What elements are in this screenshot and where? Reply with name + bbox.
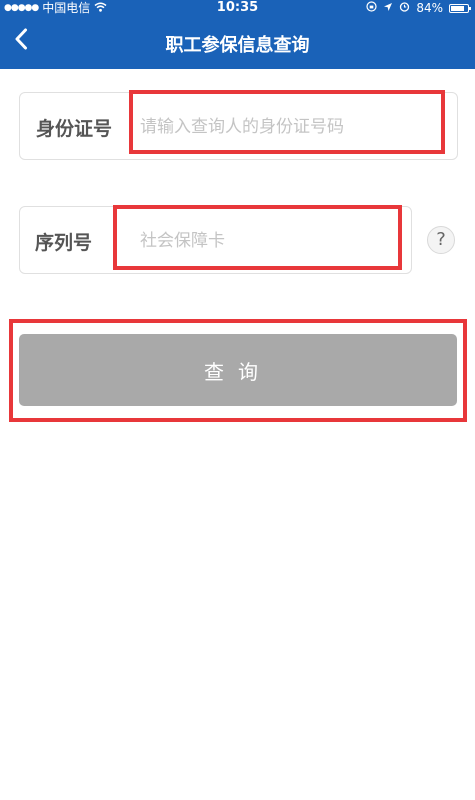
id-number-field: 身份证号: [19, 92, 458, 160]
status-right: 84%: [366, 0, 471, 16]
rotation-lock-icon: [366, 0, 377, 16]
battery-icon: [449, 3, 471, 13]
help-button[interactable]: ?: [427, 226, 455, 254]
alarm-icon: [399, 0, 410, 16]
query-button[interactable]: 查询: [19, 334, 457, 406]
status-bar: ●●●●● 中国电信 10:35 84%: [0, 0, 475, 16]
id-number-label: 身份证号: [36, 118, 113, 140]
serial-number-label: 序列号: [35, 232, 93, 254]
location-icon: [383, 0, 393, 16]
nav-bar: 职工参保信息查询: [0, 18, 475, 69]
query-button-label: 查询: [204, 359, 272, 384]
field-divider: [130, 105, 131, 149]
app-header: ●●●●● 中国电信 10:35 84% 职工参保信息查询: [0, 0, 475, 69]
battery-percent: 84%: [416, 1, 443, 15]
serial-number-field: 序列号: [19, 206, 412, 274]
page-title: 职工参保信息查询: [165, 35, 310, 56]
field-divider: [114, 219, 115, 263]
battery-fill: [451, 5, 465, 11]
serial-number-input[interactable]: [140, 228, 400, 254]
id-number-input[interactable]: [140, 114, 440, 140]
